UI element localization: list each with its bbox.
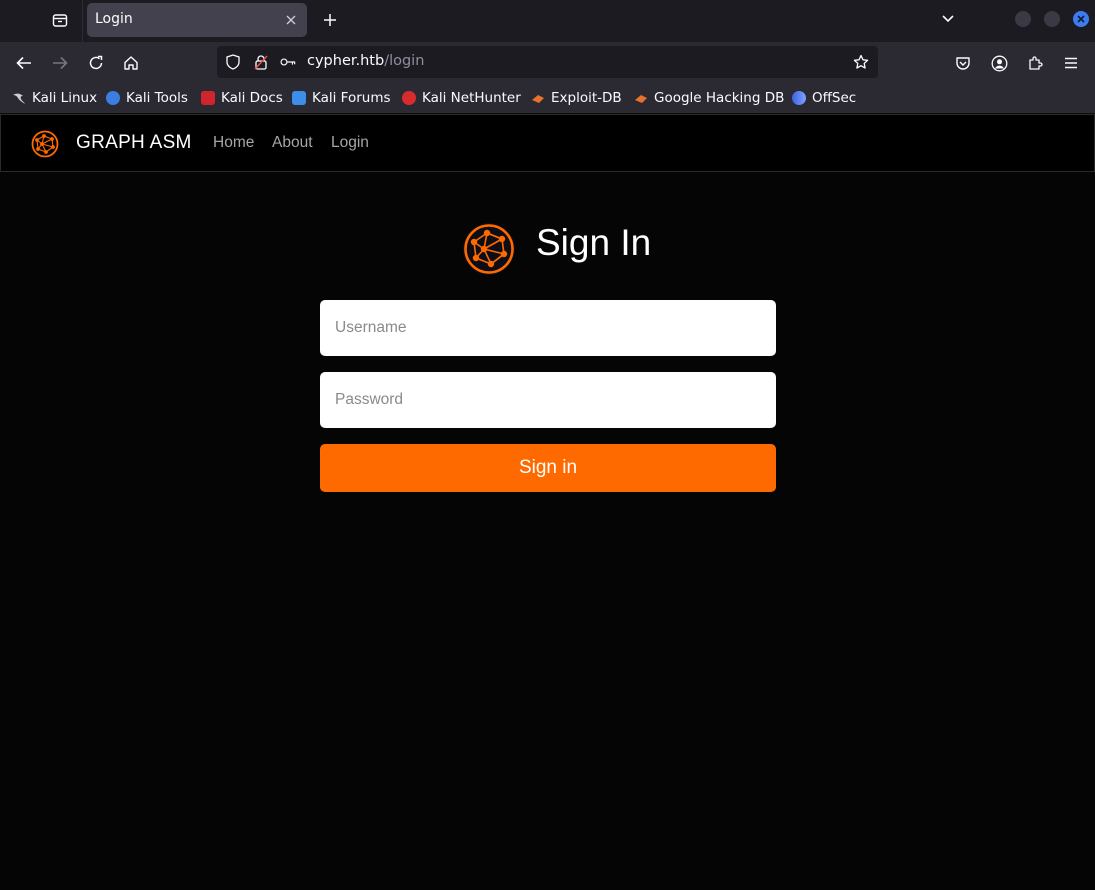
page-title: Sign In <box>536 222 652 263</box>
bookmark-star-icon[interactable] <box>853 54 869 70</box>
browser-toolbar: cypher.htb/login <box>0 42 1095 83</box>
bookmark-kali-tools[interactable]: Kali Tools <box>106 89 188 107</box>
bookmark-kali-docs[interactable]: Kali Docs <box>201 89 283 107</box>
bookmark-offsec[interactable]: OffSec <box>792 89 856 107</box>
maximize-window-button[interactable] <box>1044 11 1060 27</box>
minimize-window-button[interactable] <box>1015 11 1031 27</box>
nav-link-about[interactable]: About <box>272 134 313 152</box>
tab-close-icon[interactable] <box>283 12 299 28</box>
bookmark-label: Kali Linux <box>32 90 98 106</box>
exploit-db-icon <box>531 91 545 105</box>
bookmark-label: OffSec <box>812 90 857 106</box>
kali-dragon-icon <box>12 91 26 105</box>
site-navbar: GRAPH ASM Home About Login <box>0 114 1095 172</box>
bookmark-kali-forums[interactable]: Kali Forums <box>292 89 391 107</box>
browser-tab-bar: Login <box>0 0 1095 42</box>
tab-separator <box>82 0 83 42</box>
account-icon[interactable] <box>986 50 1012 76</box>
close-window-button[interactable] <box>1073 11 1089 27</box>
url-text[interactable]: cypher.htb/login <box>307 53 424 69</box>
url-path: /login <box>384 53 425 69</box>
url-host: cypher.htb <box>307 53 385 69</box>
bookmark-kali-nethunter[interactable]: Kali NetHunter <box>402 89 521 107</box>
bookmark-label: Kali NetHunter <box>422 90 521 106</box>
graph-logo-icon <box>463 223 515 275</box>
bookmark-label: Google Hacking DB <box>654 90 785 106</box>
nav-link-home[interactable]: Home <box>213 134 254 152</box>
username-input[interactable] <box>320 300 776 356</box>
site-brand[interactable]: GRAPH ASM <box>76 132 192 154</box>
bookmark-label: Kali Tools <box>126 90 188 106</box>
nav-link-login[interactable]: Login <box>331 134 369 152</box>
kali-tools-icon <box>106 91 120 105</box>
forward-arrow-icon[interactable] <box>47 50 73 76</box>
extensions-icon[interactable] <box>1022 50 1048 76</box>
kali-docs-icon <box>201 91 215 105</box>
offsec-icon <box>792 91 806 105</box>
bookmark-label: Kali Forums <box>312 90 391 106</box>
sign-in-button[interactable]: Sign in <box>320 444 776 492</box>
home-icon[interactable] <box>118 50 144 76</box>
insecure-lock-icon[interactable] <box>253 54 269 70</box>
reload-icon[interactable] <box>83 50 109 76</box>
bookmark-kali-linux[interactable]: Kali Linux <box>12 89 97 107</box>
ghdb-icon <box>634 91 648 105</box>
kali-forums-icon <box>292 91 306 105</box>
shield-icon[interactable] <box>225 54 241 70</box>
bookmark-google-hacking-db[interactable]: Google Hacking DB <box>634 89 784 107</box>
tab-list-icon[interactable] <box>48 8 72 32</box>
bookmarks-toolbar: Kali Linux Kali Tools Kali Docs Kali For… <box>0 83 1095 114</box>
tab-title: Login <box>95 11 133 27</box>
back-arrow-icon[interactable] <box>11 50 37 76</box>
browser-tab-active[interactable]: Login <box>87 3 307 37</box>
menu-icon[interactable] <box>1058 50 1084 76</box>
new-tab-icon[interactable] <box>318 8 342 32</box>
close-icon <box>1077 15 1085 23</box>
password-input[interactable] <box>320 372 776 428</box>
bookmark-label: Exploit-DB <box>551 90 622 106</box>
bookmark-label: Kali Docs <box>221 90 283 106</box>
key-icon[interactable] <box>280 54 296 70</box>
graph-logo-icon[interactable] <box>29 128 61 160</box>
pocket-icon[interactable] <box>950 50 976 76</box>
nethunter-icon <box>402 91 416 105</box>
url-bar[interactable]: cypher.htb/login <box>217 46 878 78</box>
bookmark-exploit-db[interactable]: Exploit-DB <box>531 89 622 107</box>
chevron-down-icon[interactable] <box>937 8 959 30</box>
